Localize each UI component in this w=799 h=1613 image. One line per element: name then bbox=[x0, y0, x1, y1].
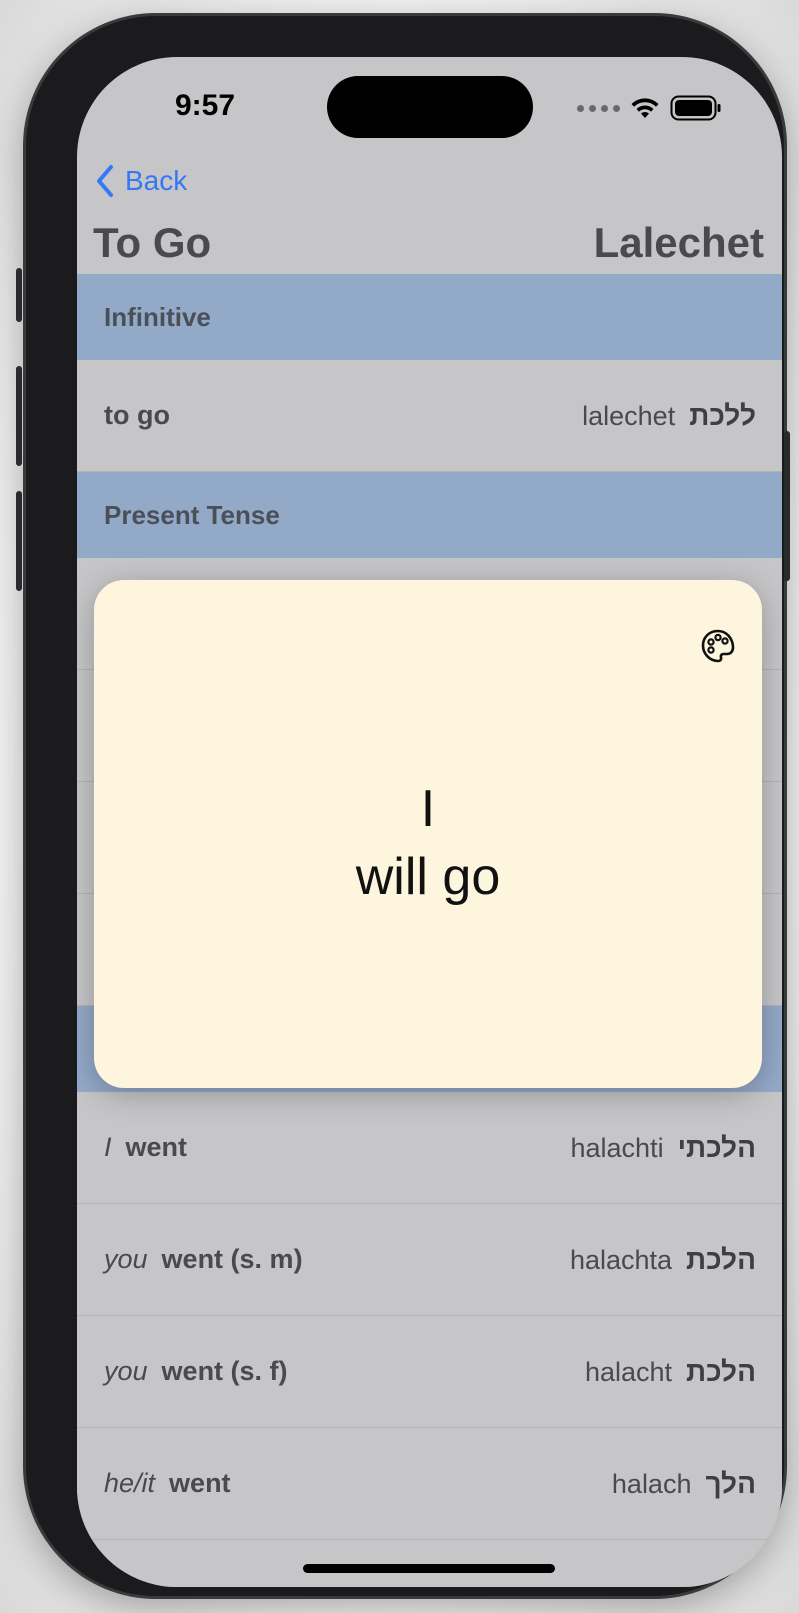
row-hebrew: halach הלך bbox=[612, 1468, 756, 1500]
section-header-present: Present Tense bbox=[77, 472, 782, 558]
english-text: to go bbox=[104, 400, 170, 430]
english-text: went bbox=[125, 1132, 188, 1162]
chevron-left-icon bbox=[97, 165, 113, 197]
battery-icon bbox=[670, 95, 721, 121]
pronoun-text: you bbox=[104, 1356, 148, 1386]
screen: 9:57 Back To Go Lalechet Infinitive to g… bbox=[77, 57, 782, 1587]
english-text: went bbox=[169, 1468, 231, 1498]
transliteration-text: halach bbox=[611, 1468, 692, 1499]
wifi-icon bbox=[631, 98, 659, 118]
hebrew-text: הלכת bbox=[686, 1355, 756, 1387]
english-text: went (s. f) bbox=[161, 1356, 288, 1386]
hebrew-text: הלכת bbox=[686, 1243, 756, 1275]
signal-dots-icon bbox=[577, 104, 620, 112]
row-hebrew: lalechet ללכת bbox=[582, 400, 756, 432]
row-hebrew: halachta הלכת bbox=[570, 1244, 756, 1276]
pronoun-text: you bbox=[104, 1244, 148, 1274]
pronoun-text: he/it bbox=[104, 1468, 156, 1498]
section-header-infinitive: Infinitive bbox=[77, 274, 782, 360]
table-row[interactable]: you went (s. f) halacht הלכת bbox=[77, 1316, 782, 1428]
flashcard-verb: will go bbox=[355, 848, 501, 906]
palette-icon[interactable] bbox=[700, 628, 736, 664]
hebrew-text: ללכת bbox=[689, 399, 756, 431]
table-row[interactable]: I went halachti הלכתי bbox=[77, 1092, 782, 1204]
phone-frame: 9:57 Back To Go Lalechet Infinitive to g… bbox=[16, 16, 790, 1596]
flashcard-text: I will go bbox=[94, 775, 762, 911]
english-text: went (s. m) bbox=[161, 1244, 303, 1274]
table-row[interactable]: he/it went halach הלך bbox=[77, 1428, 782, 1540]
back-button[interactable]: Back bbox=[95, 161, 187, 201]
flashcard-pronoun: I bbox=[420, 780, 436, 838]
flashcard[interactable]: I will go bbox=[94, 580, 762, 1088]
page-title-transliteration: Lalechet bbox=[593, 219, 764, 266]
list-item[interactable]: to go lalechet ללכת bbox=[77, 360, 782, 472]
row-english: to go bbox=[104, 400, 170, 431]
volume-down-button bbox=[16, 491, 22, 591]
transliteration-text: halachti bbox=[570, 1132, 664, 1163]
transliteration-text: halacht bbox=[584, 1356, 673, 1387]
action-button bbox=[16, 268, 22, 322]
volume-up-button bbox=[16, 366, 22, 466]
row-english: I went bbox=[104, 1132, 187, 1163]
hebrew-text: הלכתי bbox=[677, 1131, 756, 1163]
row-english: you went (s. m) bbox=[104, 1244, 303, 1275]
dynamic-island bbox=[327, 76, 533, 138]
hebrew-text: הלך bbox=[705, 1467, 756, 1499]
transliteration-text: halachta bbox=[569, 1244, 673, 1275]
status-icons bbox=[577, 93, 722, 123]
home-indicator[interactable] bbox=[303, 1564, 555, 1573]
page-title-english: To Go bbox=[93, 219, 212, 266]
back-label: Back bbox=[125, 165, 188, 196]
row-english: he/it went bbox=[104, 1468, 231, 1499]
row-hebrew: halachti הלכתי bbox=[571, 1132, 757, 1164]
row-hebrew: halacht הלכת bbox=[585, 1356, 756, 1388]
row-english: you went (s. f) bbox=[104, 1356, 288, 1387]
status-time: 9:57 bbox=[175, 89, 236, 122]
power-button bbox=[784, 431, 790, 581]
transliteration-text: lalechet bbox=[582, 400, 676, 431]
pronoun-text: I bbox=[104, 1132, 112, 1162]
table-row[interactable]: you went (s. m) halachta הלכת bbox=[77, 1204, 782, 1316]
